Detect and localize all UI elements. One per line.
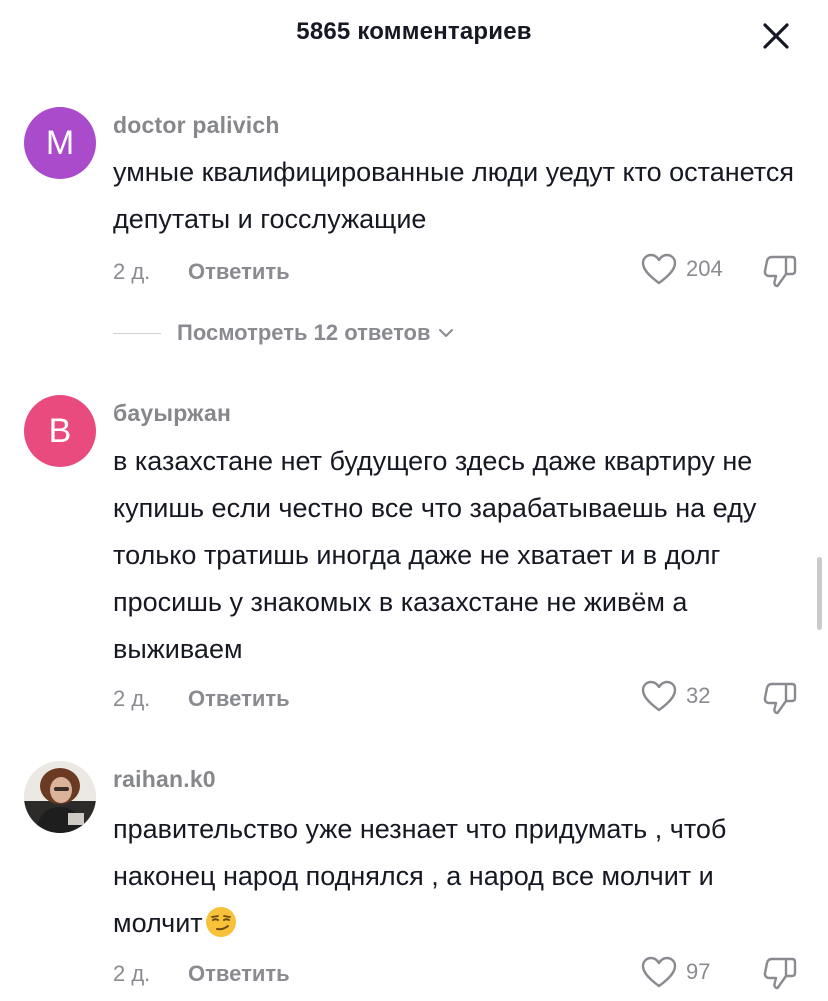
comment-item: raihan.k0 правительство уже незнает что … bbox=[0, 761, 828, 1001]
comment-username[interactable]: doctor palivich bbox=[113, 112, 280, 139]
comments-header: 5865 комментариев bbox=[0, 0, 828, 70]
reply-button[interactable]: Ответить bbox=[188, 259, 290, 285]
comment-text: умные квалифицированные люди уедут кто о… bbox=[113, 157, 794, 234]
dislike-button[interactable] bbox=[762, 955, 798, 996]
avatar[interactable] bbox=[24, 761, 96, 833]
close-icon bbox=[763, 23, 789, 49]
like-button[interactable]: 97 bbox=[640, 955, 710, 989]
avatar-letter: M bbox=[45, 123, 75, 162]
avatar[interactable]: M bbox=[24, 107, 96, 179]
comment-username[interactable]: бауыржан bbox=[113, 400, 231, 427]
replies-divider bbox=[113, 332, 161, 334]
thumbs-down-icon bbox=[763, 682, 797, 715]
like-count: 32 bbox=[686, 683, 711, 708]
dislike-button[interactable] bbox=[762, 680, 798, 721]
comment-username[interactable]: raihan.k0 bbox=[113, 766, 216, 793]
heart-icon bbox=[641, 253, 677, 285]
reply-button[interactable]: Ответить bbox=[188, 961, 290, 987]
comment-date: 2 д. bbox=[113, 961, 151, 986]
avatar[interactable]: B bbox=[24, 395, 96, 467]
like-count: 204 bbox=[686, 256, 723, 281]
chevron-down-icon bbox=[438, 329, 453, 337]
like-button[interactable]: 204 bbox=[640, 252, 723, 286]
view-replies-button[interactable]: Посмотреть 12 ответов bbox=[113, 320, 455, 346]
comment-item: B бауыржан в казахстане нет будущего зде… bbox=[0, 395, 828, 725]
comment-item: M doctor palivich умные квалифицированны… bbox=[0, 107, 828, 357]
close-button[interactable] bbox=[756, 16, 796, 56]
scrollbar-thumb[interactable] bbox=[817, 557, 822, 630]
comment-date: 2 д. bbox=[113, 686, 151, 711]
heart-icon bbox=[641, 956, 677, 988]
thumbs-down-icon bbox=[763, 255, 797, 288]
comments-count-title: 5865 комментариев bbox=[296, 18, 532, 45]
heart-icon bbox=[641, 680, 677, 712]
comment-text: в казахстане нет будущего здесь даже ква… bbox=[113, 446, 757, 664]
user-photo-icon bbox=[24, 761, 96, 833]
reply-button[interactable]: Ответить bbox=[188, 686, 290, 712]
comment-text: правительство уже незнает что придумать … bbox=[113, 806, 808, 953]
like-count: 97 bbox=[686, 959, 711, 984]
thumbs-down-icon bbox=[763, 957, 797, 990]
avatar-letter: B bbox=[48, 411, 72, 450]
view-replies-label: Посмотреть 12 ответов bbox=[177, 320, 431, 345]
comment-date: 2 д. bbox=[113, 259, 151, 284]
like-button[interactable]: 32 bbox=[640, 679, 710, 713]
dislike-button[interactable] bbox=[762, 253, 798, 294]
smirking-face-emoji-icon bbox=[205, 906, 237, 953]
